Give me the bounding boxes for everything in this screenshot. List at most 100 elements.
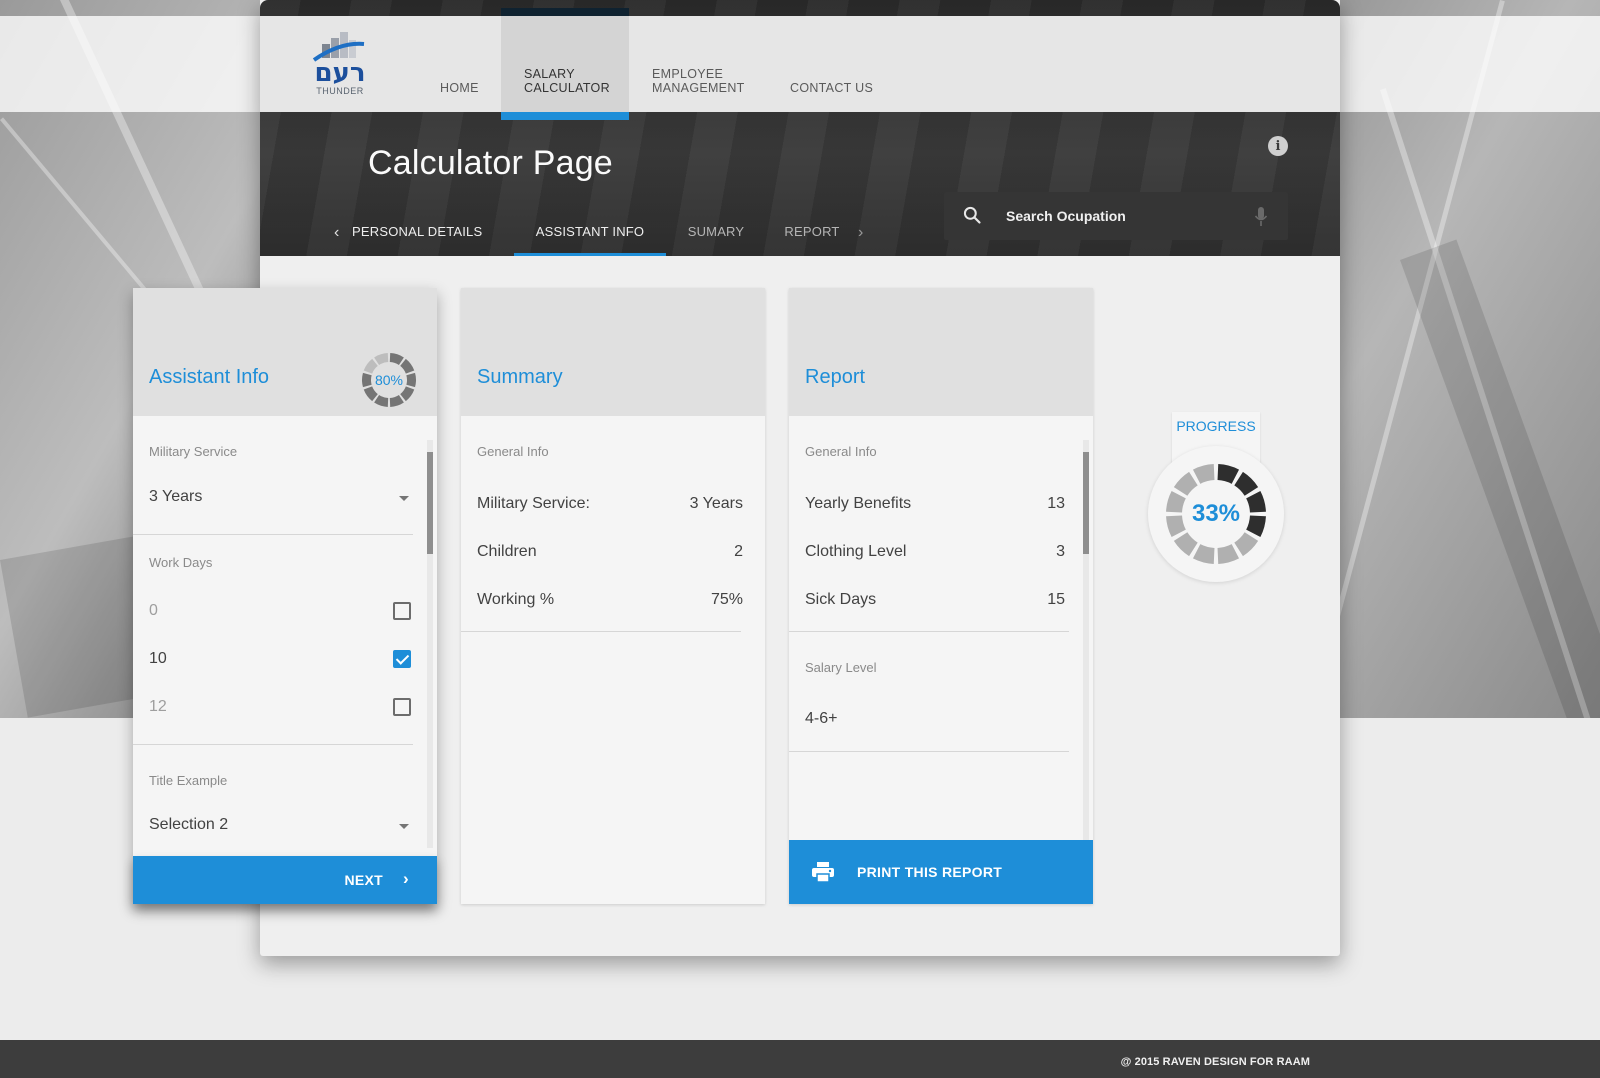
chevron-left-icon[interactable]: ‹	[334, 224, 339, 242]
summary-row-label: Working %	[477, 591, 555, 608]
tab-assistant-info[interactable]: ASSISTANT INFO	[514, 214, 666, 256]
tab-active-indicator	[514, 253, 666, 256]
logo-subtext: THUNDER	[316, 86, 364, 96]
work-day-10-checkbox[interactable]	[393, 650, 411, 668]
microphone-icon[interactable]	[1254, 206, 1268, 228]
work-day-12-label: 12	[149, 698, 167, 715]
progress-value-label: 33%	[1191, 500, 1241, 527]
tab-summary-label: SUMARY	[687, 224, 745, 239]
report-scrollbar[interactable]	[1083, 440, 1089, 840]
assistant-info-card: Assistant Info 80% Military Service 3 Ye…	[133, 288, 437, 904]
work-day-0-checkbox[interactable]	[393, 602, 411, 620]
nav-home[interactable]: HOME	[440, 16, 500, 112]
summary-title: Summary	[477, 366, 563, 388]
top-navigation: רעם THUNDER HOME SALARY CALCULATOR EMPLO…	[260, 16, 1340, 120]
print-report-label: PRINT THIS REPORT	[857, 864, 1003, 880]
nav-employee-label: EMPLOYEE	[652, 67, 724, 81]
copyright-text: @ 2015 RAVEN DESIGN FOR RAAM	[1120, 1056, 1310, 1068]
summary-row-value: 3 Years	[689, 495, 743, 512]
report-card: Report General Info Yearly Benefits 13 C…	[789, 288, 1093, 904]
next-button-label: NEXT	[344, 872, 383, 888]
nav-home-label: HOME	[440, 81, 479, 95]
tab-summary[interactable]: SUMARY	[676, 214, 756, 256]
nav-contact-label: CONTACT US	[790, 81, 874, 95]
military-service-select[interactable]: 3 Years	[149, 484, 413, 512]
tab-report[interactable]: REPORT	[772, 214, 852, 256]
assistant-progress-label: 80%	[374, 372, 404, 388]
work-day-option[interactable]: 10	[149, 644, 413, 672]
assistant-progress-segment	[374, 353, 389, 365]
work-day-0-label: 0	[149, 602, 158, 619]
summary-row-label: Military Service:	[477, 495, 590, 512]
next-button[interactable]: NEXT ›	[133, 856, 437, 904]
military-service-label: Military Service	[149, 444, 238, 459]
title-example-label: Title Example	[149, 773, 228, 788]
page-title: Calculator Page	[368, 144, 613, 182]
progress-label: PROGRESS	[1176, 418, 1256, 434]
occupation-search	[944, 192, 1288, 240]
assistant-progress-ring: 80%	[361, 352, 417, 408]
footer: @ 2015 RAVEN DESIGN FOR RAAM	[0, 1040, 1600, 1078]
printer-icon	[812, 862, 834, 882]
progress-segment	[1192, 464, 1215, 484]
progress-segment	[1173, 471, 1198, 496]
assistant-progress-segment	[363, 386, 378, 402]
summary-row-label: Children	[477, 543, 537, 560]
progress-segment	[1217, 464, 1240, 484]
summary-section-label: General Info	[477, 444, 549, 459]
report-section-label: General Info	[805, 444, 877, 459]
progress-segment	[1234, 471, 1259, 496]
report-row-value: 15	[1047, 591, 1065, 608]
tab-personal-details-label: PERSONAL DETAILS	[352, 224, 483, 239]
chevron-down-icon	[399, 496, 409, 501]
title-example-select[interactable]: Selection 2	[149, 812, 413, 840]
work-day-option[interactable]: 0	[149, 596, 413, 624]
work-day-10-label: 10	[149, 650, 167, 667]
summary-row-value: 2	[734, 543, 743, 560]
nav-calculator-label: CALCULATOR	[524, 81, 610, 95]
summary-row-value: 75%	[710, 591, 743, 608]
military-service-value: 3 Years	[149, 488, 203, 505]
tab-personal-details[interactable]: PERSONAL DETAILS	[352, 214, 502, 256]
chevron-right-icon[interactable]: ›	[858, 224, 863, 242]
progress-segment	[1192, 544, 1215, 564]
salary-level-value: 4-6+	[805, 710, 838, 727]
tab-report-label: REPORT	[784, 224, 840, 239]
progress-segment	[1217, 544, 1240, 564]
tab-assistant-info-label: ASSISTANT INFO	[535, 224, 645, 239]
report-row-value: 3	[1056, 543, 1065, 560]
nav-employee-management[interactable]: EMPLOYEE MANAGEMENT	[652, 16, 762, 112]
nav-contact-us[interactable]: CONTACT US	[790, 16, 890, 112]
report-title: Report	[805, 366, 866, 388]
assistant-info-title: Assistant Info	[149, 366, 270, 388]
logo-text: רעם	[314, 58, 366, 88]
assistant-progress-segment	[389, 353, 404, 365]
progress-ring: 33%	[1148, 446, 1284, 582]
work-day-12-checkbox[interactable]	[393, 698, 411, 716]
print-report-button[interactable]: PRINT THIS REPORT	[789, 840, 1093, 904]
salary-level-label: Salary Level	[805, 660, 877, 675]
search-icon[interactable]	[962, 205, 982, 225]
progress-segment	[1234, 532, 1259, 557]
chevron-right-icon: ›	[403, 869, 409, 888]
nav-salary-label: SALARY	[524, 67, 575, 81]
assistant-progress-segment	[374, 395, 389, 407]
report-row-value: 13	[1047, 495, 1065, 512]
work-days-label: Work Days	[149, 555, 213, 570]
assistant-progress-segment	[389, 395, 404, 407]
raam-logo[interactable]: רעם THUNDER	[310, 30, 370, 98]
search-input[interactable]	[1006, 204, 1236, 228]
assistant-progress-segment	[400, 386, 415, 402]
work-day-option[interactable]: 12	[149, 692, 413, 720]
nav-active-indicator	[501, 112, 629, 120]
info-icon[interactable]: i	[1268, 136, 1288, 156]
nav-management-label: MANAGEMENT	[652, 81, 745, 95]
title-example-value: Selection 2	[149, 816, 229, 833]
assistant-scrollbar[interactable]	[427, 440, 433, 848]
chevron-down-icon	[399, 824, 409, 829]
summary-card: Summary General Info Military Service: 3…	[461, 288, 765, 904]
report-row-label: Sick Days	[805, 591, 877, 608]
report-row-label: Yearly Benefits	[805, 495, 912, 512]
report-row-label: Clothing Level	[805, 543, 907, 560]
nav-salary-calculator[interactable]: SALARY CALCULATOR	[501, 16, 629, 120]
